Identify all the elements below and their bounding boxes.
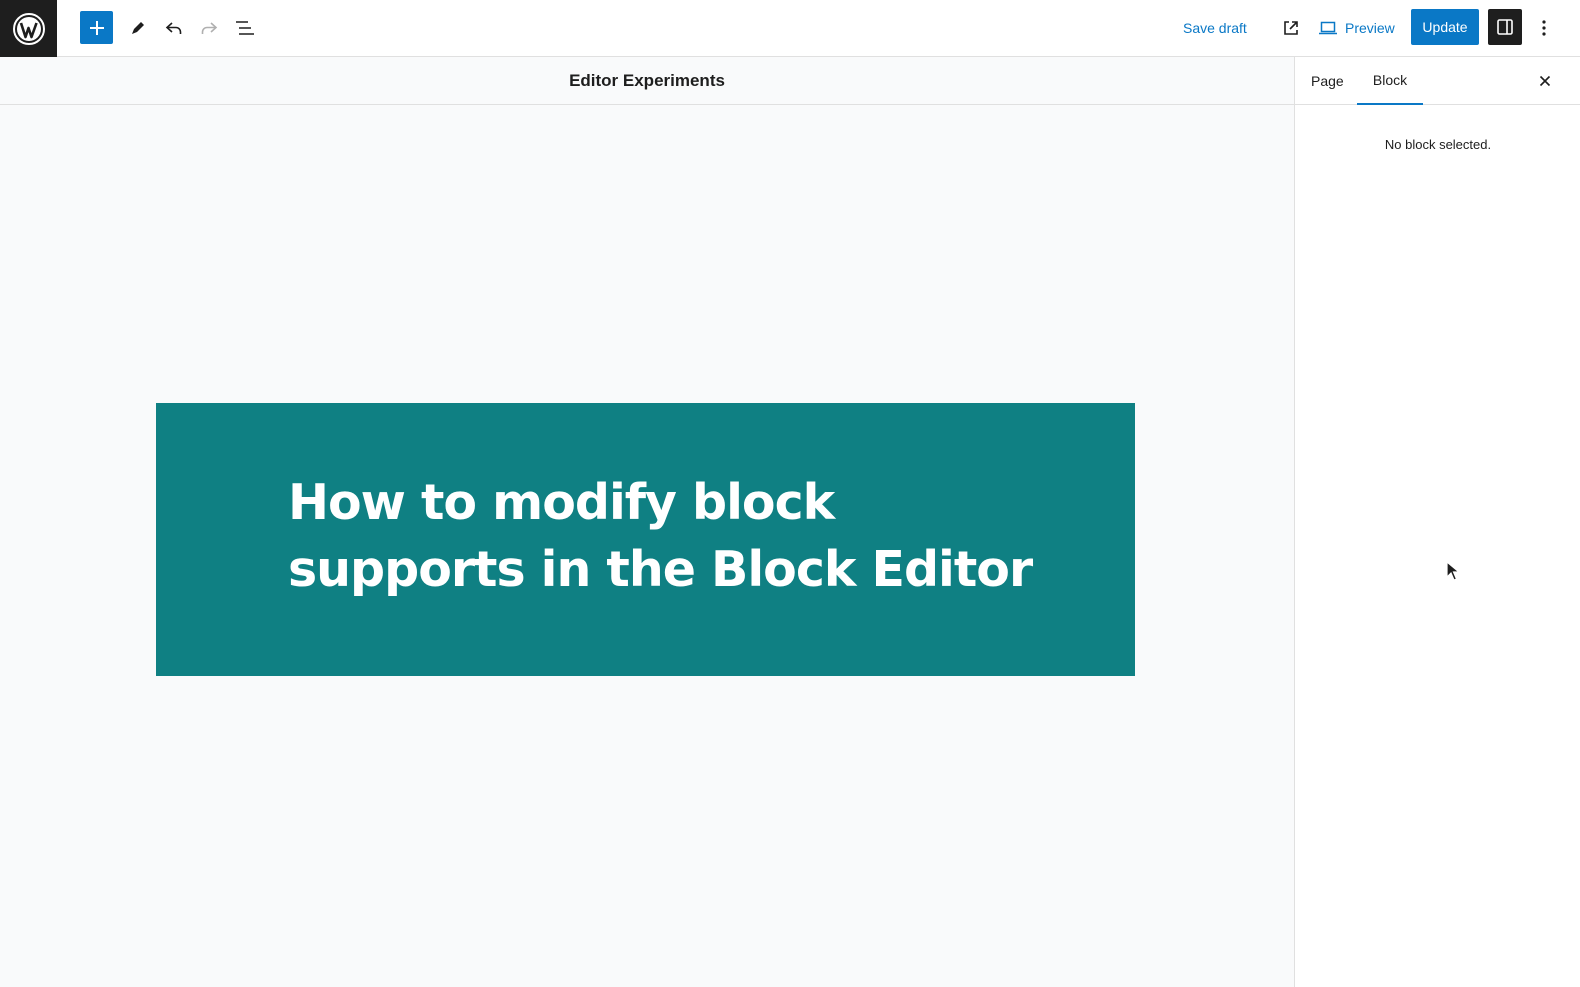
sidebar-icon (1497, 19, 1513, 35)
tab-block[interactable]: Block (1357, 57, 1423, 105)
external-link-icon (1284, 21, 1298, 35)
close-icon (1539, 75, 1551, 87)
add-block-button[interactable] (80, 11, 113, 44)
sidebar-tabs: Page Block (1295, 57, 1580, 105)
options-button[interactable] (1531, 11, 1557, 45)
cover-heading[interactable]: How to modify block supports in the Bloc… (288, 469, 1048, 603)
save-draft-button[interactable]: Save draft (1183, 18, 1247, 38)
settings-sidebar: Page Block No block selected. (1294, 57, 1580, 987)
document-title[interactable]: Editor Experiments (569, 71, 725, 91)
preview-label: Preview (1345, 20, 1395, 36)
laptop-icon (1319, 21, 1337, 35)
undo-icon (165, 22, 182, 34)
no-block-selected-message: No block selected. (1384, 137, 1492, 152)
cover-heading-line-1: How to modify block (288, 474, 835, 531)
more-vertical-icon (1542, 20, 1546, 36)
redo-button[interactable] (192, 11, 226, 45)
settings-sidebar-toggle[interactable] (1488, 9, 1522, 45)
preview-button[interactable]: Preview (1318, 16, 1395, 40)
list-view-icon (236, 21, 254, 35)
undo-button[interactable] (157, 11, 191, 45)
editor-canvas[interactable]: How to modify block supports in the Bloc… (0, 106, 1294, 987)
tools-button[interactable] (121, 11, 155, 45)
cover-heading-line-2: supports in the Block Editor (288, 541, 1033, 598)
mouse-cursor-icon (1446, 560, 1461, 586)
wordpress-logo-icon[interactable] (0, 0, 57, 57)
list-view-button[interactable] (228, 11, 262, 45)
document-bar: Editor Experiments (0, 57, 1294, 105)
close-sidebar-button[interactable] (1533, 69, 1557, 93)
pencil-icon (132, 22, 144, 34)
redo-icon (201, 22, 218, 34)
view-page-button[interactable] (1274, 11, 1308, 45)
editor-header: Save draft Preview Update (0, 0, 1580, 57)
cover-block[interactable]: How to modify block supports in the Bloc… (156, 403, 1135, 676)
update-button[interactable]: Update (1411, 9, 1479, 45)
plus-icon (89, 20, 104, 35)
tab-page[interactable]: Page (1311, 57, 1344, 105)
